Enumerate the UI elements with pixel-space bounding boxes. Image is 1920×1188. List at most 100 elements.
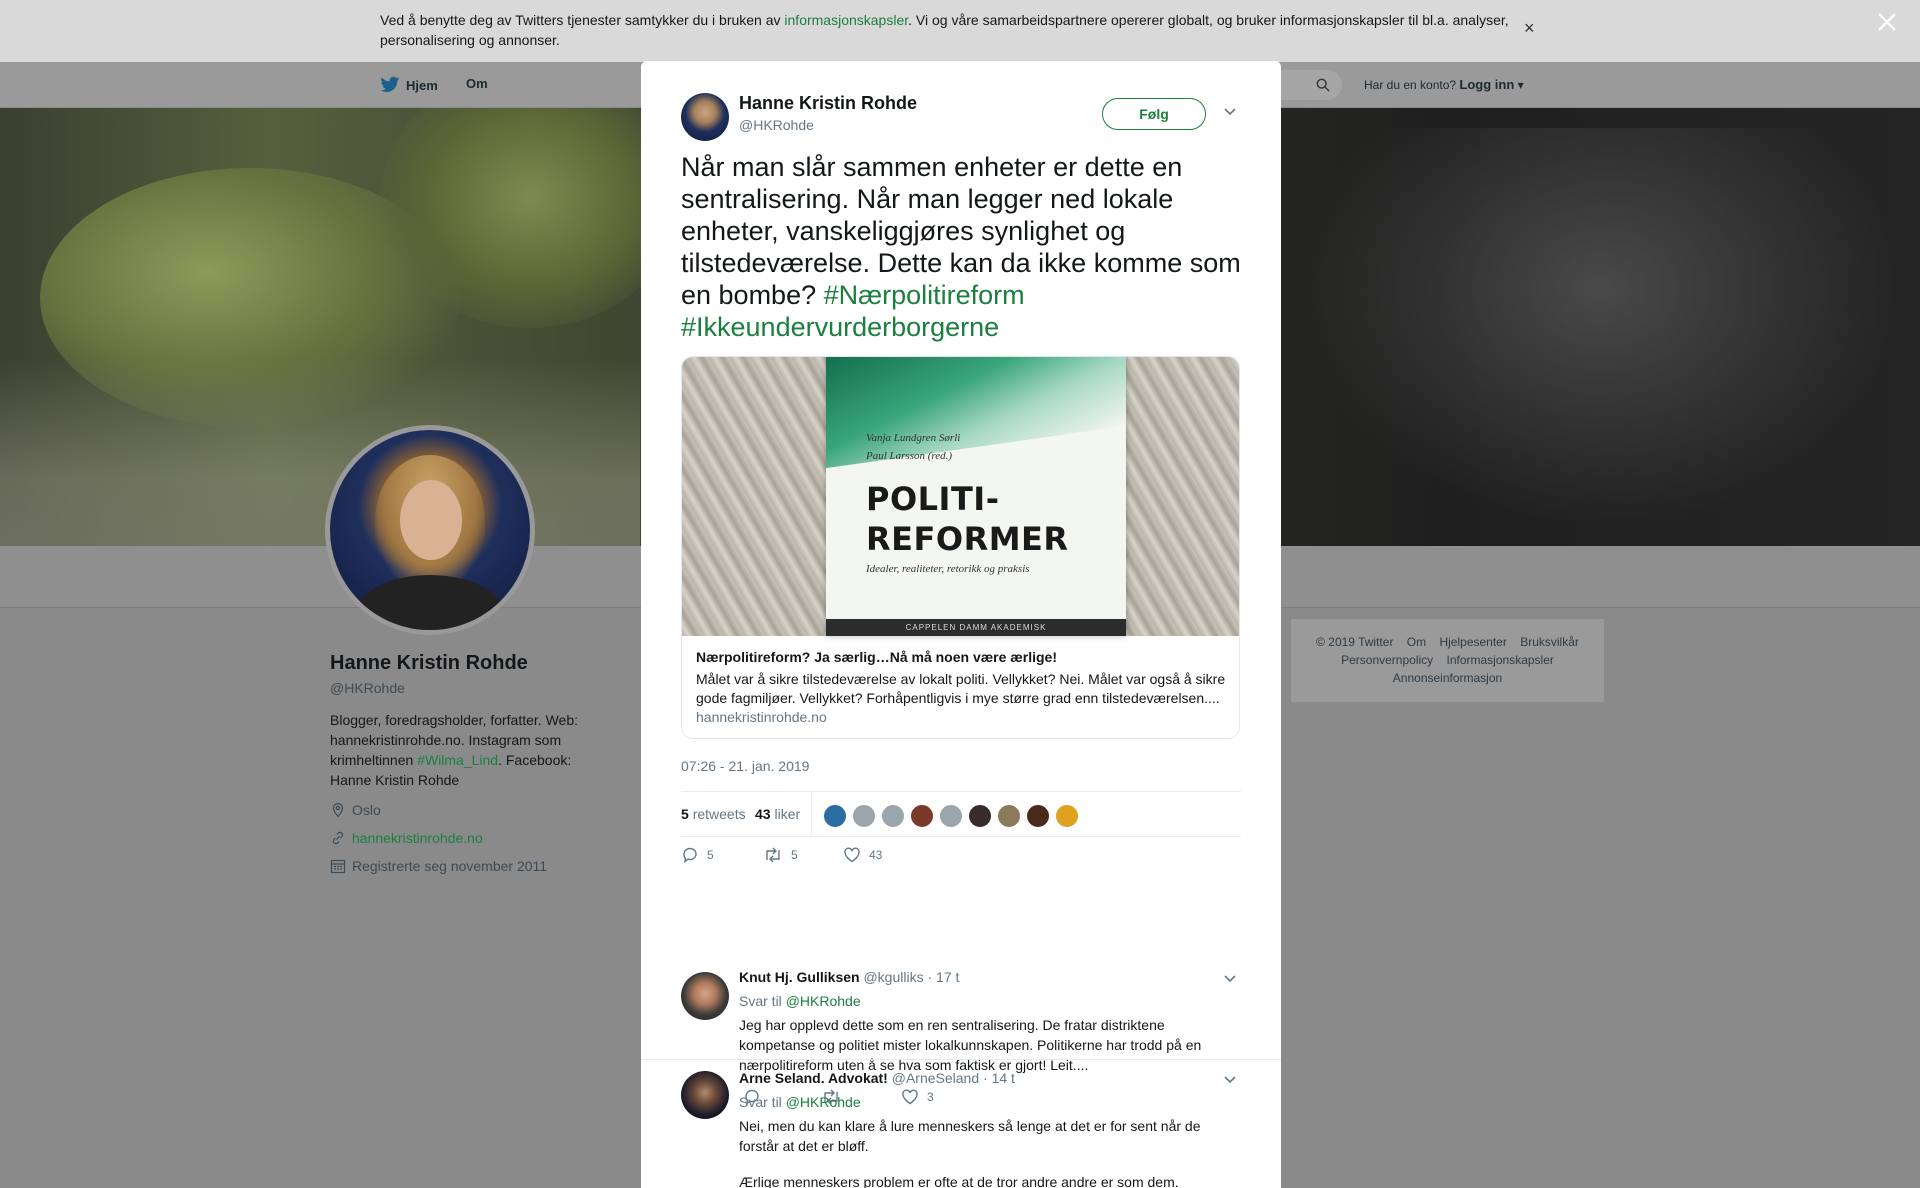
close-icon: [1878, 13, 1896, 31]
book-title: POLITI- REFORMER: [866, 479, 1069, 559]
tweet-author-name[interactable]: Hanne Kristin Rohde: [739, 93, 917, 114]
profile-url-link[interactable]: hannekristinrohde.no: [352, 830, 483, 846]
reply-to: Svar til @HKRohde: [739, 1094, 861, 1110]
card-description: Målet var å sikre tilstedeværelse av lok…: [696, 671, 1226, 706]
reply-to-label: Svar til: [739, 993, 782, 1009]
retweet-stat[interactable]: 5 retweets: [681, 806, 746, 822]
like-stat[interactable]: 43 liker: [755, 806, 800, 822]
cookie-text: Ved å benytte deg av Twitters tjenester …: [380, 10, 1510, 50]
reply-to-handle[interactable]: @HKRohde: [786, 1094, 861, 1110]
liker-avatar[interactable]: [997, 804, 1021, 828]
nav-about[interactable]: Om: [466, 76, 488, 91]
heart-icon: [844, 847, 860, 863]
link-card[interactable]: Vanja Lundgren Sørli Paul Larsson (red.)…: [681, 356, 1240, 739]
footer-copyright: © 2019 Twitter: [1316, 635, 1394, 649]
reply-header: Knut Hj. Gulliksen @kgulliks · 17 t: [739, 969, 959, 985]
reply-tweet[interactable]: Knut Hj. Gulliksen @kgulliks · 17 t Svar…: [641, 899, 1281, 1105]
calendar-icon: [330, 859, 346, 874]
like-action[interactable]: 43: [843, 847, 882, 863]
retweet-icon: [766, 847, 780, 863]
liker-avatars: [823, 804, 1084, 828]
reply-text-2: Ærlige menneskers problem er ofte at de …: [739, 1174, 1179, 1188]
reply-time[interactable]: · 14 t: [983, 1070, 1015, 1086]
reply-to-handle[interactable]: @HKRohde: [786, 993, 861, 1009]
tweet-hashtag-1[interactable]: #Nærpolitireform: [824, 280, 1025, 310]
footer-link-cookies[interactable]: Informasjonskapsler: [1447, 653, 1554, 667]
reply-time[interactable]: · 17 t: [927, 969, 959, 985]
account-question: Har du en konto?: [1364, 78, 1457, 92]
chevron-down-icon[interactable]: [1223, 1075, 1237, 1085]
tweet-text: Når man slår sammen enheter er dette en …: [681, 151, 1241, 343]
login-link[interactable]: Logg inn: [1459, 77, 1514, 92]
chevron-down-icon[interactable]: [1223, 107, 1237, 117]
retweet-count: 5: [681, 806, 689, 822]
profile-location: Oslo: [330, 802, 381, 818]
book-cover: Vanja Lundgren Sørli Paul Larsson (red.)…: [826, 357, 1126, 636]
cookie-banner: Ved å benytte deg av Twitters tjenester …: [0, 0, 1920, 62]
card-title: Nærpolitireform? Ja særlig…Nå må noen væ…: [696, 649, 1057, 665]
book-author-2: Paul Larsson (red.): [866, 450, 953, 462]
link-icon: [332, 831, 344, 845]
twitter-bird-icon: [380, 76, 400, 92]
liker-avatar[interactable]: [939, 804, 963, 828]
liker-avatar[interactable]: [852, 804, 876, 828]
footer-link-terms[interactable]: Bruksvilkår: [1520, 635, 1579, 649]
follow-button[interactable]: Følg: [1102, 98, 1206, 130]
profile-url: hannekristinrohde.no: [330, 830, 483, 846]
retweet-action-count: 5: [791, 848, 798, 862]
profile-joined: Registrerte seg november 2011: [330, 858, 547, 874]
reply-to: Svar til @HKRohde: [739, 993, 861, 1009]
profile-handle[interactable]: @HKRohde: [330, 680, 405, 696]
reply-author-name[interactable]: Knut Hj. Gulliksen: [739, 969, 860, 985]
reply-count: 5: [707, 848, 714, 862]
profile-avatar[interactable]: [325, 425, 535, 635]
reply-action[interactable]: 5: [681, 847, 714, 863]
footer-link-ads[interactable]: Annonseinformasjon: [1393, 671, 1502, 685]
liker-avatar[interactable]: [823, 804, 847, 828]
reply-icon: [683, 847, 697, 863]
tweet-author-avatar[interactable]: [681, 93, 729, 141]
liker-avatar[interactable]: [1026, 804, 1050, 828]
reply-author-handle[interactable]: @ArneSeland: [892, 1070, 979, 1086]
footer-link-privacy[interactable]: Personvernpolicy: [1341, 653, 1433, 667]
tweet-author-handle[interactable]: @HKRohde: [739, 117, 814, 133]
book-subtitle: Idealer, realiteter, retorikk og praksis: [866, 563, 1030, 575]
like-label: liker: [774, 806, 801, 822]
search-icon: [1316, 78, 1330, 92]
location-pin-icon: [332, 802, 344, 818]
retweet-action[interactable]: 5: [763, 847, 798, 863]
reply-author-avatar[interactable]: [681, 1071, 729, 1119]
reply-tweet[interactable]: Arne Seland. Advokat! @ArneSeland · 14 t…: [641, 1059, 1281, 1188]
reply-author-avatar[interactable]: [681, 972, 729, 1020]
tweet-modal: Hanne Kristin Rohde @HKRohde Følg Når ma…: [641, 61, 1281, 1188]
retweet-label: retweets: [692, 806, 746, 822]
bio-hashtag[interactable]: #Wilma_Lind: [417, 752, 498, 768]
cookie-info-link[interactable]: informasjonskapsler: [784, 12, 908, 28]
book-title-line-1: POLITI-: [866, 480, 1000, 518]
tweet-hashtag-2[interactable]: #Ikkeundervurderborgerne: [681, 312, 999, 342]
liker-avatar[interactable]: [1055, 804, 1079, 828]
tweet-timestamp[interactable]: 07:26 - 21. jan. 2019: [681, 758, 809, 774]
stats-divider: [811, 792, 812, 836]
reply-author-name[interactable]: Arne Seland. Advokat!: [739, 1070, 888, 1086]
caret-down-icon: ▾: [1514, 78, 1524, 92]
liker-avatar[interactable]: [910, 804, 934, 828]
liker-avatar[interactable]: [968, 804, 992, 828]
profile-bio: Blogger, foredragsholder, forfatter. Web…: [330, 710, 590, 790]
nav-home[interactable]: Hjem: [380, 76, 438, 94]
card-image: Vanja Lundgren Sørli Paul Larsson (red.)…: [682, 357, 1239, 636]
book-publisher: CAPPELEN DAMM AKADEMISK: [826, 619, 1126, 636]
tweet-stats: 5 retweets 43 liker: [681, 791, 1241, 837]
cookie-close-button[interactable]: ×: [1524, 18, 1535, 39]
liker-avatar[interactable]: [881, 804, 905, 828]
book-author-1: Vanja Lundgren Sørli: [866, 432, 961, 444]
footer-link-about[interactable]: Om: [1407, 635, 1426, 649]
profile-name[interactable]: Hanne Kristin Rohde: [330, 652, 528, 675]
book-authors: Vanja Lundgren Sørli Paul Larsson (red.): [866, 429, 960, 465]
footer-link-help[interactable]: Hjelpesenter: [1439, 635, 1506, 649]
card-domain: hannekristinrohde.no: [696, 709, 827, 725]
close-overlay-button[interactable]: [1875, 10, 1899, 34]
reply-author-handle[interactable]: @kgulliks: [863, 969, 923, 985]
chevron-down-icon[interactable]: [1223, 974, 1237, 984]
nav-home-label: Hjem: [406, 77, 438, 93]
